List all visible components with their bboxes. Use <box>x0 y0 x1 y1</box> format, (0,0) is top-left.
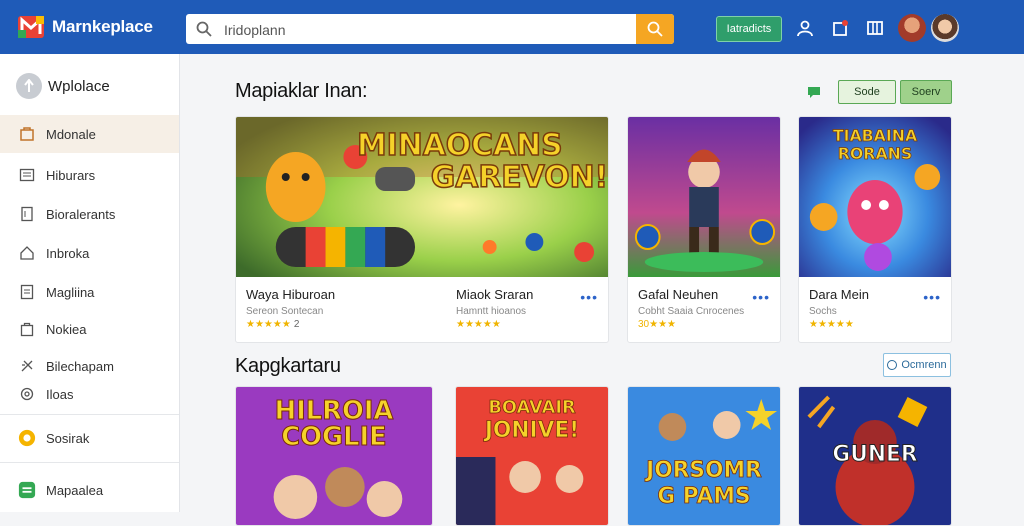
brand-title[interactable]: Marnkeplace <box>52 17 153 37</box>
more-options-icon[interactable]: ••• <box>923 289 941 305</box>
chat-icon[interactable] <box>806 84 822 100</box>
game-art-image: BOAVAIR JONIVE! <box>456 387 608 525</box>
category-card[interactable]: JORSOMR G PAMS <box>627 386 781 526</box>
profile-avatar[interactable] <box>931 14 959 42</box>
sidebar-item-label: Iloas <box>46 386 74 402</box>
game-title: Dara Mein <box>809 287 869 302</box>
library-icon[interactable] <box>865 18 885 38</box>
star-rating: ★★★★★ <box>809 319 854 330</box>
circle-icon <box>887 360 898 370</box>
search-input[interactable] <box>222 14 636 44</box>
game-subtitle: Cobht Saaia Cnrocenes <box>638 306 745 317</box>
sidebar-item-nokiea[interactable]: Nokiea <box>0 310 179 348</box>
art-title-text: BOAVAIR <box>488 397 575 418</box>
sidebar-item-label: Bilechapam <box>46 358 114 374</box>
list-icon <box>18 166 36 184</box>
view-more-label: Ocmrenn <box>901 359 947 371</box>
search-icon <box>647 21 663 37</box>
category-card[interactable]: BOAVAIR JONIVE! <box>455 386 609 526</box>
art-title-text: JONIVE! <box>483 418 579 443</box>
community-icon <box>18 429 36 447</box>
game-subtitle: Sochs <box>809 306 837 317</box>
filter-button-sode[interactable]: Sode <box>838 80 896 104</box>
featured-section-title: Mapiaklar Inan: <box>235 80 368 102</box>
art-title-text: MINAOCANS <box>357 128 563 163</box>
explore-icon <box>16 73 42 99</box>
user-icon[interactable] <box>795 18 815 38</box>
game-title: Waya Hiburoan <box>246 287 336 302</box>
game-art-image: GUNER <box>799 387 951 525</box>
sidebar-divider <box>0 462 179 463</box>
sidebar-divider <box>0 414 179 415</box>
sidebar-header[interactable]: Wplolace <box>16 72 110 100</box>
game-title: Miaok Sraran <box>456 287 534 302</box>
game-art-image <box>628 117 780 277</box>
art-title-text: COGLIE <box>281 422 386 452</box>
star-rating: ★★★★★ <box>456 319 501 330</box>
install-button[interactable]: Iatradicts <box>716 16 782 42</box>
category-card[interactable]: HILROIA COGLIE <box>235 386 433 526</box>
game-title: Gafal Neuhen <box>638 287 719 302</box>
sidebar-item-label: Mapaalea <box>46 482 104 498</box>
sidebar-item-sosirak[interactable]: Sosirak <box>0 419 179 457</box>
art-title-text: RORANS <box>838 144 912 163</box>
rating-number: 30 <box>638 319 650 330</box>
game-art-image: HILROIA COGLIE <box>236 387 432 525</box>
sidebar-item-label: Sosirak <box>46 430 90 446</box>
search-button[interactable] <box>636 14 674 44</box>
avatar[interactable] <box>898 14 926 42</box>
sidebar-header-label: Wplolace <box>48 77 110 95</box>
featured-card[interactable]: Gafal Neuhen Cobht Saaia Cnrocenes 30★★★… <box>627 116 781 343</box>
sidebar-item-label: Inbroka <box>46 245 90 261</box>
sidebar: Wplolace Mdonale Hiburars Bioralerants I… <box>0 54 180 512</box>
sidebar-item-label: Mdonale <box>46 126 96 142</box>
category-card[interactable]: GUNER <box>798 386 952 526</box>
top-bar: Marnkeplace Iatradicts <box>0 0 1024 54</box>
view-more-button[interactable]: Ocmrenn <box>883 353 951 377</box>
art-title-text: GAREVON! <box>431 160 608 195</box>
search-bar <box>186 14 674 44</box>
star-rating: 30★★★ <box>638 319 677 330</box>
sidebar-item-magliina[interactable]: Magliina <box>0 273 179 311</box>
art-title-text: JORSOMR <box>644 458 762 483</box>
game-subtitle: Hamntt hioanos <box>456 306 527 317</box>
categories-section-title: Kapgkartaru <box>235 355 341 377</box>
home-icon <box>18 244 36 262</box>
sidebar-item-inbroka[interactable]: Inbroka <box>0 234 179 272</box>
document-icon <box>18 283 36 301</box>
sidebar-item-hiburars[interactable]: Hiburars <box>0 156 179 194</box>
filter-button-soerv[interactable]: Soerv <box>900 80 952 104</box>
game-art-image: TIABAINA RORANS <box>799 117 951 277</box>
sidebar-item-label: Magliina <box>46 284 95 300</box>
game-art-image: JORSOMR G PAMS <box>628 387 780 525</box>
featured-card[interactable]: MINAOCANS GAREVON! Waya Hiburoan Sereon … <box>235 116 609 343</box>
sidebar-item-bioralerants[interactable]: Bioralerants <box>0 195 179 233</box>
sidebar-item-label: Bioralerants <box>46 206 116 222</box>
puzzle-icon <box>18 357 36 375</box>
marketplace-icon <box>18 481 36 499</box>
notification-icon[interactable] <box>830 18 850 38</box>
featured-card[interactable]: TIABAINA RORANS Dara Mein Sochs ★★★★★ ••… <box>798 116 952 343</box>
star-rating: ★★★★★ 2 <box>246 319 300 330</box>
rating-number: 2 <box>293 319 300 330</box>
art-title-text: TIABAINA <box>833 126 918 145</box>
game-subtitle: Sereon Sontecan <box>246 306 324 317</box>
game-art-image: MINAOCANS GAREVON! <box>236 117 608 277</box>
settings-icon <box>18 385 36 403</box>
marketplace-logo-icon[interactable] <box>18 14 44 40</box>
sidebar-item-label: Hiburars <box>46 167 96 183</box>
search-icon <box>196 21 212 37</box>
sidebar-item-iloas[interactable]: Iloas <box>0 375 179 413</box>
cart-icon <box>18 125 36 143</box>
art-title-text: GUNER <box>832 442 917 467</box>
sidebar-item-mdonale[interactable]: Mdonale <box>0 115 179 153</box>
sidebar-item-mapaalea[interactable]: Mapaalea <box>0 471 179 509</box>
shopping-bag-icon <box>18 320 36 338</box>
more-options-icon[interactable]: ••• <box>580 289 598 305</box>
sidebar-item-label: Nokiea <box>46 321 87 337</box>
art-title-text: G PAMS <box>657 484 750 509</box>
bookmark-icon <box>18 205 36 223</box>
more-options-icon[interactable]: ••• <box>752 289 770 305</box>
